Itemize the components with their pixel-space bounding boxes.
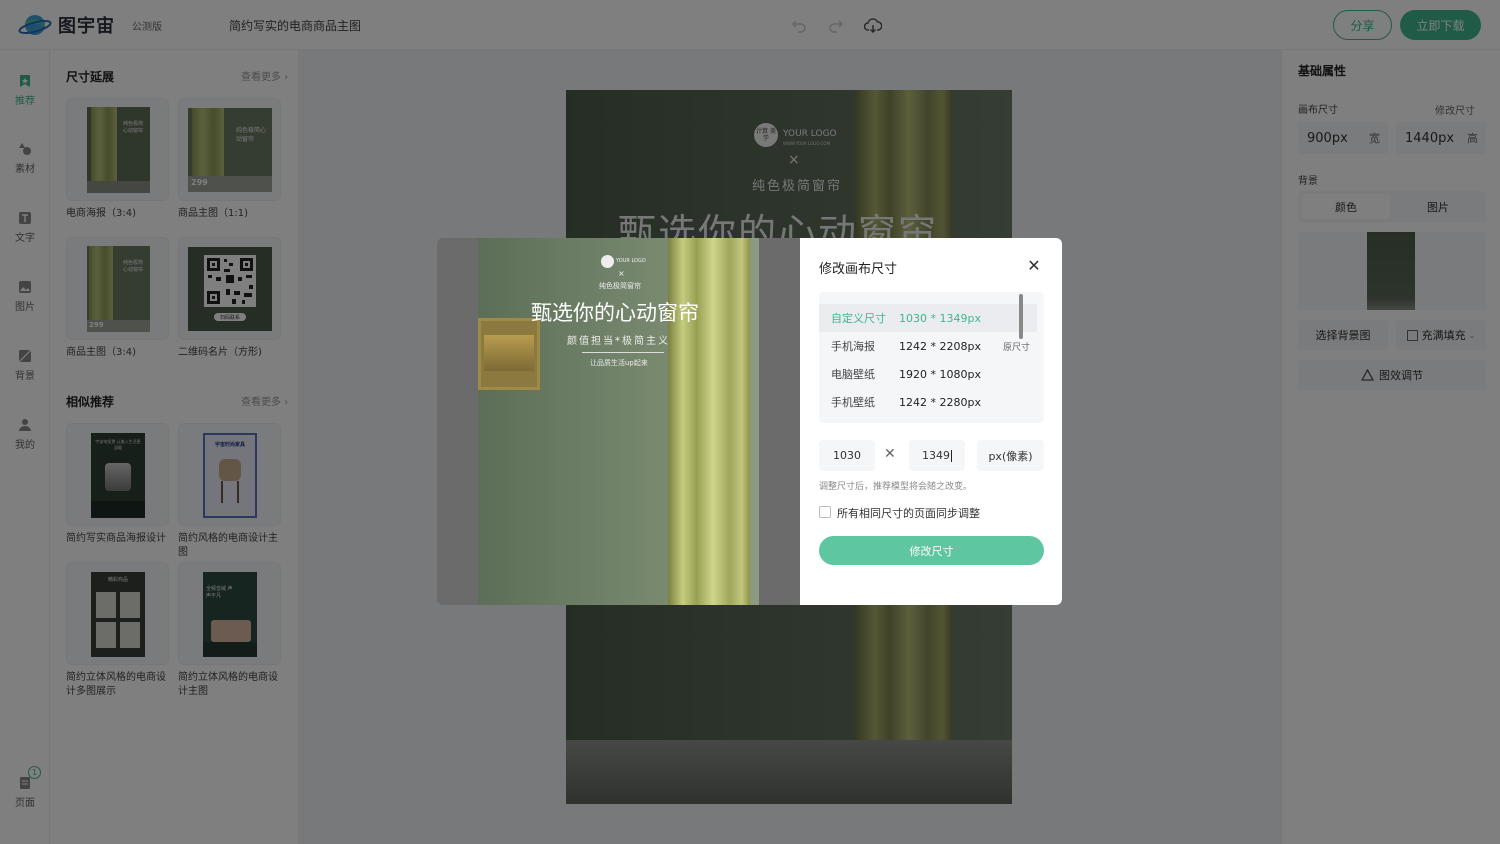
resize-canvas-dialog: 修改画布尺寸 ✕ 自定义尺寸 1030 * 1349px 手机海报 1242 *… [800,238,1062,605]
preset-row-custom[interactable]: 自定义尺寸 1030 * 1349px [819,304,1037,332]
preview-cross: × [618,269,625,278]
preset-row-desktop-wallpaper[interactable]: 电脑壁纸 1920 * 1080px [819,360,1037,388]
times-icon: ✕ [884,446,896,462]
preview-logo-text: YOUR LOGO [616,258,646,264]
size-preset-list: 自定义尺寸 1030 * 1349px 手机海报 1242 * 2208px 原… [819,292,1044,423]
dialog-title: 修改画布尺寸 [819,262,898,277]
close-icon[interactable]: ✕ [1026,258,1042,274]
resize-hint: 调整尺寸后，推荐模型将会随之改变。 [819,482,973,492]
painting-frame [478,318,540,390]
preview-curtain [668,238,750,605]
preview-canvas: YOUR LOGO × 纯色极简窗帘 甄选你的心动窗帘 颜值担当*极简主义 让品… [478,238,759,605]
preset-row-phone-wallpaper[interactable]: 手机壁纸 1242 * 2280px [819,388,1037,416]
sync-checkbox-label[interactable]: 所有相同尺寸的页面同步调整 [837,505,980,521]
preset-list-scrollbar[interactable] [1019,294,1023,339]
unit-select[interactable]: px(像素) [977,440,1044,471]
text-cursor [951,449,952,462]
apply-resize-button[interactable]: 修改尺寸 [819,536,1044,565]
sync-checkbox[interactable] [819,506,831,518]
preview-tagline: 颜值担当*极简主义 [567,336,670,347]
height-input[interactable]: 1349 [909,440,965,471]
resize-preview: YOUR LOGO × 纯色极简窗帘 甄选你的心动窗帘 颜值担当*极简主义 让品… [437,238,800,605]
preview-logo-badge [601,255,614,268]
preview-slogan: 让品质生活up起来 [590,359,648,367]
preview-subtitle: 纯色极简窗帘 [599,282,641,290]
preset-row-phone-poster[interactable]: 手机海报 1242 * 2208px 原尺寸 [819,332,1037,360]
original-size-tag: 原尺寸 [1003,342,1031,353]
width-input[interactable]: 1030 [819,440,875,471]
preview-headline: 甄选你的心动窗帘 [531,301,699,325]
